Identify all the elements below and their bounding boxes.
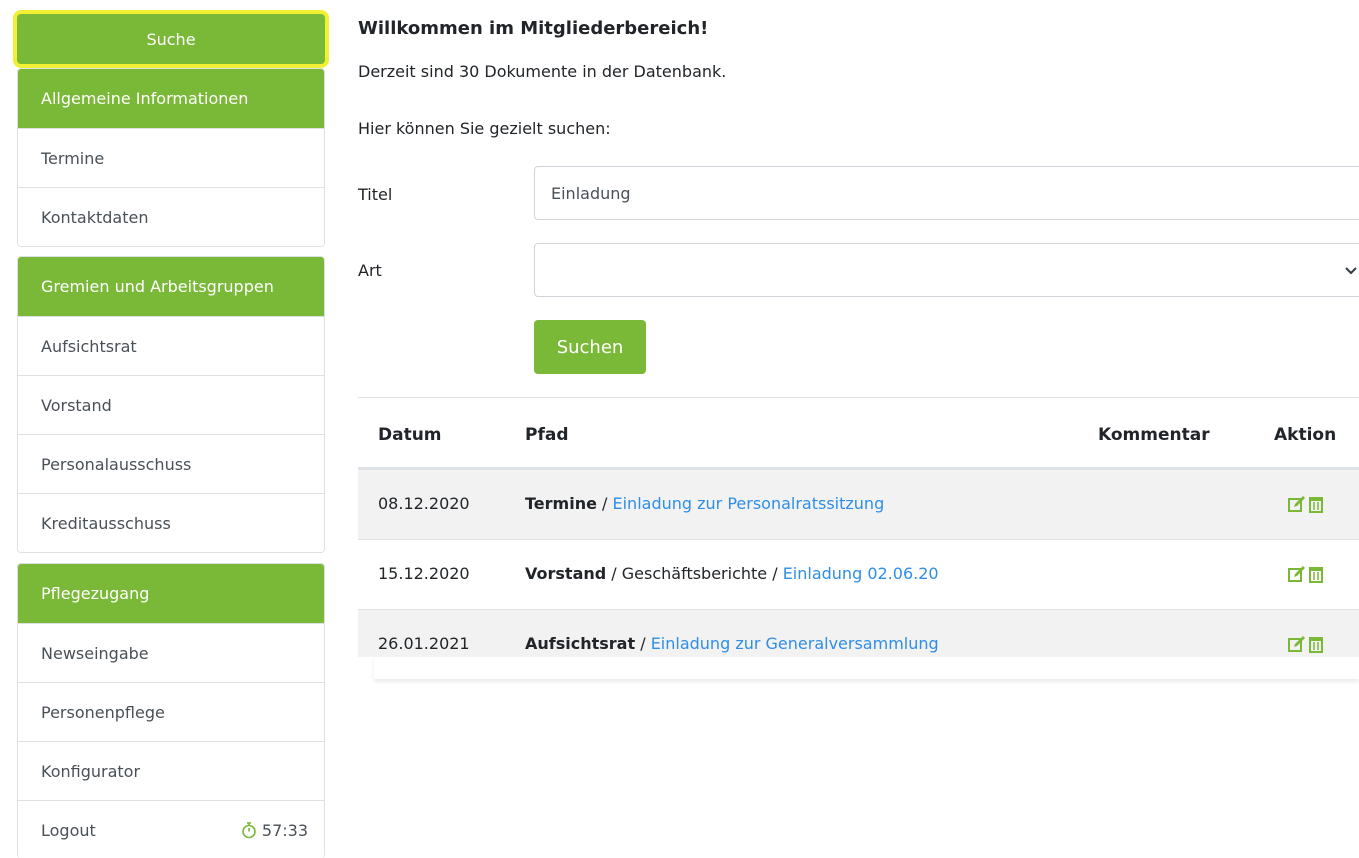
- type-label: Art: [358, 261, 382, 280]
- path-category: Aufsichtsrat: [525, 634, 636, 653]
- delete-icon[interactable]: [1307, 565, 1325, 583]
- sidebar-item-kontaktdaten[interactable]: Kontaktdaten: [18, 187, 324, 246]
- edit-icon[interactable]: [1288, 565, 1306, 583]
- column-header-path[interactable]: Pfad: [525, 425, 569, 445]
- row-path: Termine / Einladung zur Personalratssitz…: [525, 494, 885, 513]
- document-count-text: Derzeit sind 30 Dokumente in der Datenba…: [358, 62, 727, 81]
- row-actions: [1288, 565, 1325, 583]
- row-actions: [1288, 635, 1325, 653]
- path-category: Termine: [525, 494, 597, 513]
- sidebar-item-aufsichtsrat[interactable]: Aufsichtsrat: [18, 316, 324, 375]
- sidebar-group-general: Allgemeine Informationen Termine Kontakt…: [17, 68, 325, 247]
- table-row: 15.12.2020 Vorstand / Geschäftsberichte …: [358, 539, 1359, 609]
- column-header-comment[interactable]: Kommentar: [1098, 425, 1210, 445]
- row-date: 26.01.2021: [378, 634, 470, 653]
- logout-label: Logout: [41, 820, 96, 840]
- main-content: Willkommen im Mitgliederbereich! Derzeit…: [358, 0, 1359, 858]
- stopwatch-icon: [242, 822, 256, 839]
- sidebar-item-newseingabe[interactable]: Newseingabe: [18, 623, 324, 682]
- table-row: 26.01.2021 Aufsichtsrat / Einladung zur …: [358, 609, 1359, 657]
- title-label: Titel: [358, 185, 393, 204]
- section-divider: [358, 397, 1359, 398]
- sidebar-group-header[interactable]: Pflegezugang: [18, 564, 324, 623]
- edit-icon[interactable]: [1288, 495, 1306, 513]
- session-timer-value: 57:33: [261, 820, 308, 840]
- sidebar-group-maintenance: Pflegezugang Newseingabe Personenpflege …: [17, 563, 325, 858]
- sidebar-item-kreditausschuss[interactable]: Kreditausschuss: [18, 493, 324, 552]
- row-date: 15.12.2020: [378, 564, 470, 583]
- row-path: Vorstand / Geschäftsberichte / Einladung…: [525, 564, 939, 583]
- sidebar-item-personenpflege[interactable]: Personenpflege: [18, 682, 324, 741]
- row-path: Aufsichtsrat / Einladung zur Generalvers…: [525, 634, 939, 653]
- sidebar-item-personalausschuss[interactable]: Personalausschuss: [18, 434, 324, 493]
- delete-icon[interactable]: [1307, 635, 1325, 653]
- search-submit-button[interactable]: Suchen: [534, 320, 646, 374]
- chevron-down-icon: [1345, 267, 1357, 275]
- sidebar-item-termine[interactable]: Termine: [18, 128, 324, 187]
- sidebar-group-header[interactable]: Gremien und Arbeitsgruppen: [18, 257, 324, 316]
- row-date: 08.12.2020: [378, 494, 470, 513]
- row-actions: [1288, 495, 1325, 513]
- table-row: 08.12.2020 Termine / Einladung zur Perso…: [358, 469, 1359, 539]
- column-header-action[interactable]: Aktion: [1274, 425, 1336, 445]
- sidebar-item-vorstand[interactable]: Vorstand: [18, 375, 324, 434]
- path-category: Vorstand: [525, 564, 607, 583]
- title-search-input[interactable]: [534, 166, 1359, 220]
- edit-icon[interactable]: [1288, 635, 1306, 653]
- search-hint: Hier können Sie gezielt suchen:: [358, 119, 611, 138]
- sidebar-group-committees: Gremien und Arbeitsgruppen Aufsichtsrat …: [17, 256, 325, 553]
- document-link[interactable]: Einladung 02.06.20: [783, 564, 939, 583]
- sidebar-item-logout[interactable]: Logout 57:33: [18, 800, 324, 858]
- path-subfolder: Geschäftsberichte: [621, 564, 768, 583]
- document-link[interactable]: Einladung zur Personalratssitzung: [613, 494, 885, 513]
- table-scroll-edge: [374, 657, 1359, 679]
- session-timer: 57:33: [240, 821, 308, 840]
- page-title: Willkommen im Mitgliederbereich!: [358, 18, 709, 39]
- sidebar-group-header[interactable]: Allgemeine Informationen: [18, 69, 324, 128]
- document-link[interactable]: Einladung zur Generalversammlung: [651, 634, 939, 653]
- sidebar-search-button[interactable]: Suche: [17, 14, 325, 64]
- type-select[interactable]: [534, 243, 1359, 297]
- sidebar-item-konfigurator[interactable]: Konfigurator: [18, 741, 324, 800]
- column-header-date[interactable]: Datum: [378, 425, 442, 445]
- delete-icon[interactable]: [1307, 495, 1325, 513]
